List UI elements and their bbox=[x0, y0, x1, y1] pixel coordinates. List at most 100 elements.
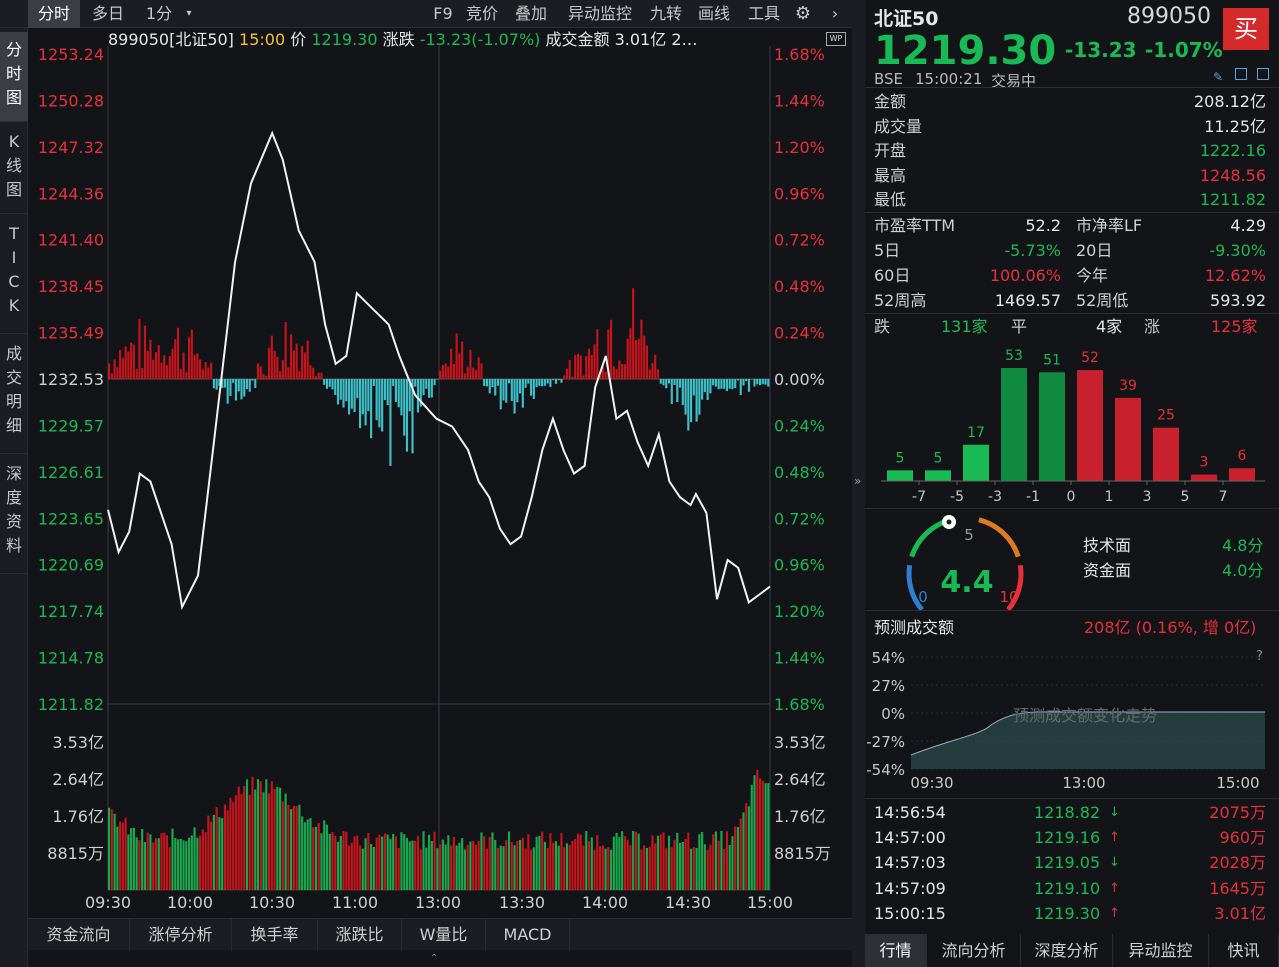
dist-label: -1 bbox=[1026, 489, 1040, 505]
dist-bar bbox=[1229, 468, 1255, 481]
diff-bar bbox=[703, 379, 706, 393]
volume-bar bbox=[334, 835, 337, 890]
volume-bar bbox=[656, 835, 660, 890]
volume-bar bbox=[554, 841, 558, 890]
volume-bar bbox=[190, 835, 193, 890]
volume-bar bbox=[530, 849, 533, 890]
caret-down-icon[interactable]: ▾ bbox=[182, 0, 196, 28]
tab-k-chart[interactable]: K线图 bbox=[0, 124, 28, 214]
volume-bar bbox=[336, 841, 340, 890]
tab-intraday[interactable]: 分时 bbox=[28, 0, 80, 28]
auction-button[interactable]: 竞价 bbox=[462, 0, 502, 28]
popout-icon[interactable] bbox=[1257, 68, 1269, 80]
edit-icon[interactable]: ✎ bbox=[1213, 70, 1223, 84]
window-icon[interactable] bbox=[1235, 68, 1247, 80]
diff-bar bbox=[312, 367, 315, 379]
diff-bar bbox=[232, 379, 235, 383]
diff-bar bbox=[196, 353, 199, 379]
dist-count: 5 bbox=[934, 450, 943, 466]
volume-bar bbox=[328, 833, 331, 890]
diff-bar bbox=[651, 362, 654, 379]
volume-bar bbox=[516, 840, 519, 890]
diff-bar bbox=[731, 379, 734, 390]
volume-bar bbox=[182, 840, 185, 890]
tab-limit-up[interactable]: 涨停分析 bbox=[130, 919, 232, 951]
tab-depth-analysis[interactable]: 深度分析 bbox=[1021, 934, 1113, 967]
volume-bar bbox=[287, 804, 290, 890]
tab-depth-info[interactable]: 深度资料 bbox=[0, 456, 28, 574]
volume-bar bbox=[403, 834, 406, 890]
tools-button[interactable]: 工具 bbox=[742, 0, 786, 28]
chevron-right-icon[interactable]: › bbox=[822, 0, 848, 28]
volume-bar bbox=[706, 849, 709, 890]
buy-button[interactable]: 买 bbox=[1223, 8, 1269, 50]
volume-bar bbox=[381, 836, 384, 890]
volume-bar bbox=[491, 832, 494, 890]
tab-1min[interactable]: 1分 bbox=[138, 0, 180, 28]
volume-bar bbox=[673, 839, 676, 890]
expand-up-icon[interactable]: ⌃ bbox=[430, 953, 438, 964]
diff-bar bbox=[199, 359, 202, 379]
volume-bar bbox=[756, 769, 759, 890]
tab-flow-analysis[interactable]: 流向分析 bbox=[927, 934, 1021, 967]
volume-bar bbox=[626, 839, 629, 890]
nine-turn-button[interactable]: 九转 bbox=[644, 0, 688, 28]
volume-bar bbox=[163, 832, 166, 890]
pct-tick: 0.24% bbox=[774, 324, 825, 343]
diff-bar bbox=[284, 322, 287, 379]
diff-bar bbox=[328, 379, 331, 387]
index-name: 北证50 bbox=[874, 8, 939, 30]
tab-tick[interactable]: TICK bbox=[0, 216, 28, 334]
diff-bar bbox=[325, 379, 329, 389]
volume-bar bbox=[207, 815, 210, 890]
volume-bar bbox=[709, 844, 712, 890]
tab-rise-fall-ratio[interactable]: 涨跌比 bbox=[318, 919, 402, 951]
dist-count: 53 bbox=[1005, 348, 1023, 364]
tab-time-chart[interactable]: 分时图 bbox=[0, 32, 28, 122]
tab-trade-detail[interactable]: 成交明细 bbox=[0, 336, 28, 454]
tick-time: 15:00:15 bbox=[874, 903, 946, 923]
volume-bar bbox=[621, 831, 624, 890]
stat-value: 1248.56 bbox=[1199, 165, 1266, 185]
tab-multiday[interactable]: 多日 bbox=[84, 0, 132, 28]
volume-bar bbox=[248, 794, 251, 890]
pct-tick: 0.24% bbox=[774, 416, 825, 435]
diff-bar bbox=[723, 379, 726, 389]
draw-line-button[interactable]: 画线 bbox=[692, 0, 736, 28]
anomaly-monitor-button[interactable]: 异动监控 bbox=[560, 0, 640, 28]
intraday-chart[interactable]: 899050[北证50] 15:00 价 1219.30 涨跌 -13.23(-… bbox=[28, 28, 852, 918]
expand-icon[interactable]: » bbox=[854, 474, 861, 488]
volume-bar bbox=[654, 843, 657, 890]
dist-label: -3 bbox=[988, 489, 1002, 505]
tab-w-volume-ratio[interactable]: W量比 bbox=[402, 919, 486, 951]
diff-bar bbox=[532, 379, 535, 399]
time-tick: 14:30 bbox=[665, 893, 711, 912]
volume-bar bbox=[353, 836, 356, 890]
diff-bar bbox=[317, 372, 320, 379]
volume-bar bbox=[121, 822, 124, 890]
tab-news[interactable]: 快讯 bbox=[1209, 934, 1279, 967]
tab-turnover[interactable]: 换手率 bbox=[232, 919, 318, 951]
dist-label: 7 bbox=[1219, 489, 1228, 505]
diff-bar bbox=[121, 358, 124, 379]
diff-bar bbox=[461, 341, 464, 379]
diff-bar bbox=[712, 379, 715, 386]
tab-fund-flow[interactable]: 资金流向 bbox=[28, 919, 130, 951]
tab-quote[interactable]: 行情 bbox=[865, 934, 927, 967]
gear-icon[interactable]: ⚙ bbox=[790, 0, 816, 28]
diff-bar bbox=[681, 379, 684, 406]
volume-bar bbox=[557, 845, 560, 890]
volume-bar bbox=[342, 831, 345, 890]
diff-bar bbox=[676, 379, 679, 403]
overlay-button[interactable]: 叠加 bbox=[508, 0, 554, 28]
dist-bar bbox=[1153, 427, 1179, 481]
down-count: 131家 bbox=[941, 317, 988, 336]
tab-anomaly-monitor[interactable]: 异动监控 bbox=[1113, 934, 1209, 967]
tab-macd[interactable]: MACD bbox=[486, 919, 570, 951]
diff-bar bbox=[364, 379, 367, 426]
panel-splitter[interactable]: » bbox=[852, 0, 865, 967]
f9-button[interactable]: F9 bbox=[428, 0, 458, 28]
volume-bar bbox=[243, 785, 246, 890]
score-gauge: 5 4.4 0 10 bbox=[906, 515, 1024, 612]
dist-label: -7 bbox=[912, 489, 926, 505]
